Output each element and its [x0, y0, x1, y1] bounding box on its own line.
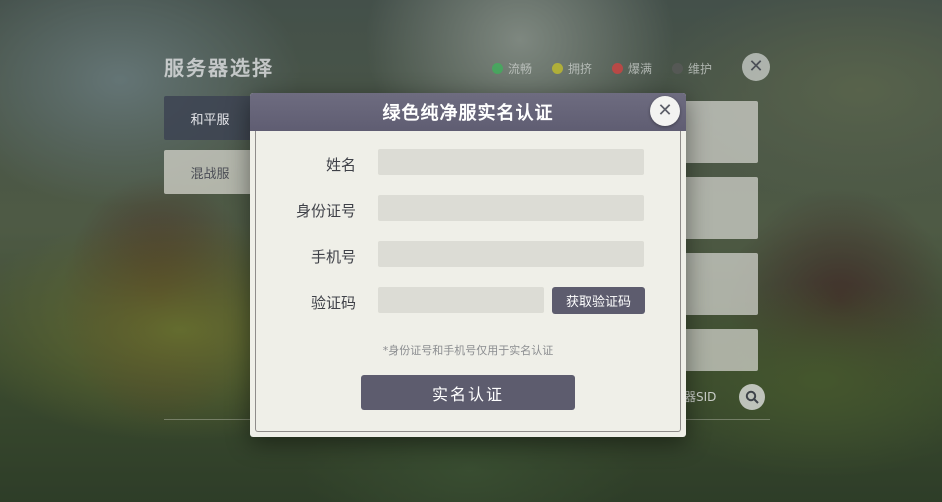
- status-dot-icon: [672, 63, 684, 74]
- legend-label: 维护: [688, 62, 713, 76]
- verification-code-field[interactable]: [378, 287, 544, 313]
- name-label: 姓名: [325, 156, 356, 174]
- phone-label: 手机号: [310, 248, 356, 266]
- id-number-label: 身份证号: [295, 202, 356, 220]
- status-dot-icon: [492, 63, 503, 74]
- get-code-button[interactable]: 获取验证码: [552, 287, 645, 314]
- dialog-header: 绿色纯净服实名认证: [250, 93, 686, 131]
- server-sid-label: 器SID: [684, 390, 717, 404]
- legend-label: 拥挤: [568, 62, 593, 76]
- status-dot-icon: [552, 63, 564, 74]
- name-field[interactable]: [378, 149, 644, 175]
- status-dot-icon: [612, 63, 624, 74]
- search-button[interactable]: [739, 384, 765, 410]
- phone-field[interactable]: [378, 241, 644, 267]
- legend-label: 爆满: [628, 62, 653, 76]
- server-status-legend: 流畅 拥挤 爆满 维护: [492, 60, 712, 77]
- search-icon: [745, 390, 759, 404]
- dialog-close-button[interactable]: ✕: [650, 96, 680, 126]
- tab-peace-server[interactable]: 和平服: [164, 96, 256, 140]
- id-number-field[interactable]: [378, 195, 644, 221]
- close-icon: ✕: [748, 56, 764, 77]
- dialog-title: 绿色纯净服实名认证: [382, 103, 554, 124]
- legend-item-crowded: 拥挤: [552, 60, 592, 77]
- server-card[interactable]: [684, 177, 758, 239]
- verification-code-label: 验证码: [310, 294, 356, 312]
- server-card[interactable]: [684, 253, 758, 315]
- legend-label: 流畅: [508, 62, 533, 76]
- legend-item-maintenance: 维护: [672, 60, 712, 77]
- server-panel-close-button[interactable]: ✕: [742, 53, 770, 81]
- close-icon: ✕: [657, 100, 673, 121]
- privacy-note: *身份证号和手机号仅用于实名认证: [382, 344, 554, 357]
- submit-auth-button[interactable]: 实名认证: [361, 375, 575, 410]
- tab-battle-server[interactable]: 混战服: [164, 150, 256, 194]
- server-card[interactable]: [684, 329, 758, 371]
- legend-item-smooth: 流畅: [492, 60, 532, 77]
- legend-item-full: 爆满: [612, 60, 652, 77]
- server-select-title: 服务器选择: [164, 56, 274, 80]
- server-card[interactable]: [684, 101, 758, 163]
